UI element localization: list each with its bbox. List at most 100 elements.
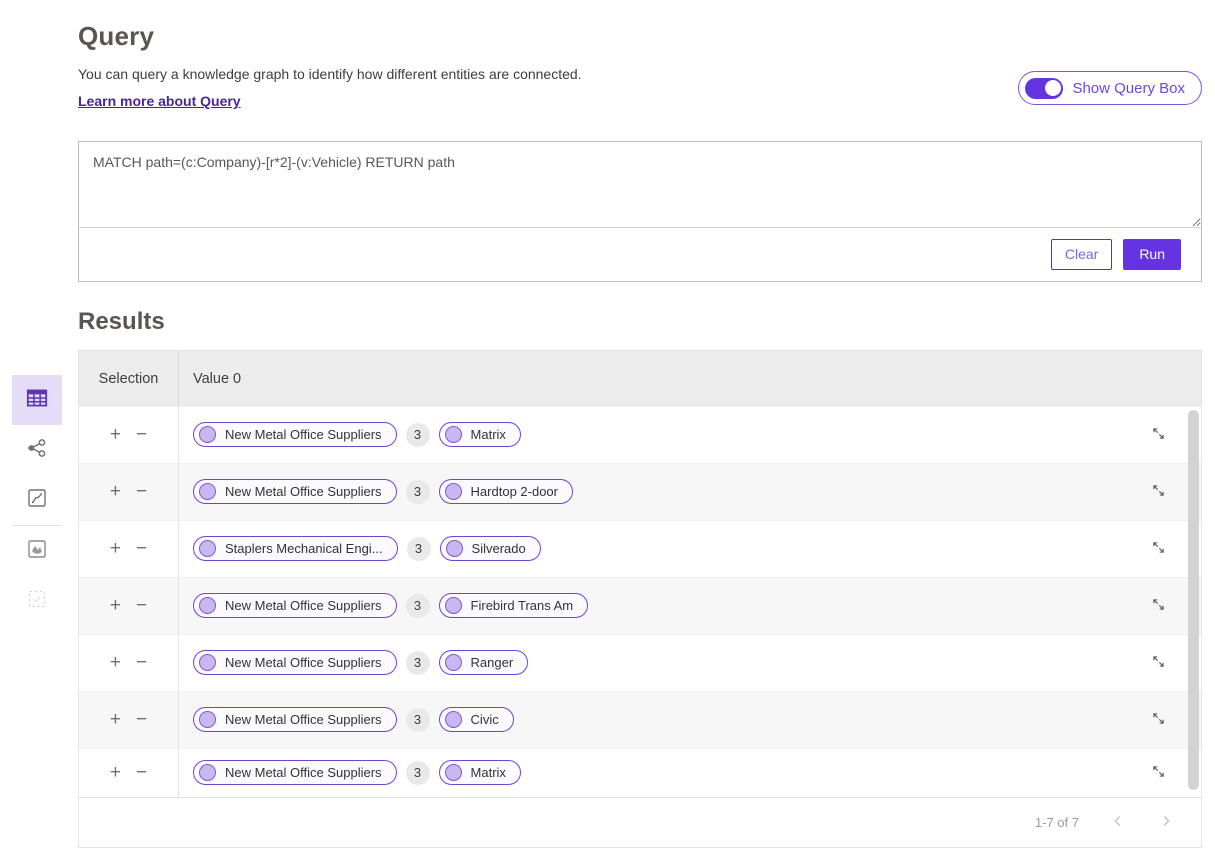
learn-more-link[interactable]: Learn more about Query — [78, 93, 241, 109]
entity-pill-source[interactable]: New Metal Office Suppliers — [193, 422, 397, 447]
query-input[interactable]: MATCH path=(c:Company)-[r*2]-(v:Vehicle)… — [79, 142, 1201, 228]
entity-pill-target[interactable]: Silverado — [440, 536, 541, 561]
entity-pill-target[interactable]: Matrix — [439, 422, 521, 447]
run-button[interactable]: Run — [1123, 239, 1181, 270]
view-item-map[interactable] — [12, 526, 62, 576]
table-header: Selection Value 0 — [79, 351, 1201, 407]
header-row: You can query a knowledge graph to ident… — [78, 66, 1202, 111]
entity-label: Staplers Mechanical Engi... — [225, 541, 383, 556]
value-cell: New Metal Office Suppliers 3 Ranger — [179, 650, 1201, 675]
view-item-chart[interactable] — [12, 475, 62, 525]
node-icon — [445, 597, 462, 614]
entity-pill-source[interactable]: New Metal Office Suppliers — [193, 650, 397, 675]
value-cell: New Metal Office Suppliers 3 Civic — [179, 707, 1201, 732]
expand-row-button[interactable] — [1150, 482, 1167, 502]
remove-from-selection-button[interactable]: − — [136, 539, 147, 558]
view-item-placeholder — [12, 576, 62, 626]
results-area: Selection Value 0 + − New Metal Office S… — [12, 350, 1202, 848]
add-to-selection-button[interactable]: + — [110, 653, 121, 672]
header-text-block: You can query a knowledge graph to ident… — [78, 66, 582, 111]
selection-cell: + − — [79, 464, 179, 520]
path-count-badge: 3 — [406, 423, 430, 447]
entity-label: Matrix — [471, 765, 506, 780]
entity-pill-source[interactable]: Staplers Mechanical Engi... — [193, 536, 398, 561]
toggle-knob — [1045, 80, 1061, 96]
table-row: + − New Metal Office Suppliers 3 Hardtop… — [79, 464, 1201, 521]
remove-from-selection-button[interactable]: − — [136, 425, 147, 444]
graph-icon — [25, 436, 49, 463]
table-row: + − New Metal Office Suppliers 3 Firebir… — [79, 578, 1201, 635]
results-table: Selection Value 0 + − New Metal Office S… — [78, 350, 1202, 848]
remove-from-selection-button[interactable]: − — [136, 710, 147, 729]
query-page: Query You can query a knowledge graph to… — [0, 0, 1215, 848]
chevron-right-icon — [1157, 812, 1175, 833]
add-to-selection-button[interactable]: + — [110, 710, 121, 729]
entity-pill-target[interactable]: Ranger — [439, 650, 529, 675]
add-to-selection-button[interactable]: + — [110, 596, 121, 615]
view-item-table[interactable] — [12, 375, 62, 425]
expand-icon — [1150, 710, 1167, 730]
entity-pill-target[interactable]: Firebird Trans Am — [439, 593, 589, 618]
add-to-selection-button[interactable]: + — [110, 539, 121, 558]
node-icon — [446, 540, 463, 557]
selection-cell: + − — [79, 578, 179, 634]
selection-cell: + − — [79, 635, 179, 691]
selection-cell: + − — [79, 407, 179, 463]
expand-icon — [1150, 653, 1167, 673]
expand-row-button[interactable] — [1150, 710, 1167, 730]
node-icon — [445, 483, 462, 500]
expand-icon — [1150, 482, 1167, 502]
add-to-selection-button[interactable]: + — [110, 482, 121, 501]
toggle-label: Show Query Box — [1072, 80, 1185, 97]
entity-label: New Metal Office Suppliers — [225, 598, 382, 613]
expand-icon — [1150, 425, 1167, 445]
clear-button[interactable]: Clear — [1051, 239, 1112, 270]
table-row: + − New Metal Office Suppliers 3 Ranger — [79, 635, 1201, 692]
dashed-square-icon — [25, 587, 49, 614]
expand-row-button[interactable] — [1150, 425, 1167, 445]
remove-from-selection-button[interactable]: − — [136, 596, 147, 615]
expand-icon — [1150, 596, 1167, 616]
vertical-scrollbar[interactable] — [1188, 410, 1199, 790]
selection-cell: + − — [79, 692, 179, 748]
entity-pill-target[interactable]: Civic — [439, 707, 514, 732]
path-count-badge: 3 — [406, 708, 430, 732]
expand-icon — [1150, 763, 1167, 783]
prev-page-button[interactable] — [1109, 812, 1127, 833]
table-row: + − Staplers Mechanical Engi... 3 Silver… — [79, 521, 1201, 578]
remove-from-selection-button[interactable]: − — [136, 653, 147, 672]
column-header-value0: Value 0 — [179, 351, 241, 407]
chevron-left-icon — [1109, 812, 1127, 833]
entity-pill-source[interactable]: New Metal Office Suppliers — [193, 707, 397, 732]
node-icon — [199, 483, 216, 500]
expand-row-button[interactable] — [1150, 653, 1167, 673]
expand-row-button[interactable] — [1150, 596, 1167, 616]
next-page-button[interactable] — [1157, 812, 1175, 833]
expand-row-button[interactable] — [1150, 763, 1167, 783]
node-icon — [199, 597, 216, 614]
view-item-graph[interactable] — [12, 425, 62, 475]
path-count-badge: 3 — [406, 480, 430, 504]
entity-label: Ranger — [471, 655, 514, 670]
entity-label: New Metal Office Suppliers — [225, 655, 382, 670]
entity-pill-target[interactable]: Hardtop 2-door — [439, 479, 573, 504]
value-cell: New Metal Office Suppliers 3 Firebird Tr… — [179, 593, 1201, 618]
column-header-selection: Selection — [79, 351, 179, 407]
entity-pill-source[interactable]: New Metal Office Suppliers — [193, 479, 397, 504]
node-icon — [199, 426, 216, 443]
entity-pill-target[interactable]: Matrix — [439, 760, 521, 785]
remove-from-selection-button[interactable]: − — [136, 763, 147, 782]
show-query-box-toggle[interactable]: Show Query Box — [1018, 71, 1202, 105]
add-to-selection-button[interactable]: + — [110, 763, 121, 782]
toggle-switch-icon[interactable] — [1025, 78, 1063, 99]
expand-row-button[interactable] — [1150, 539, 1167, 559]
add-to-selection-button[interactable]: + — [110, 425, 121, 444]
path-count-badge: 3 — [406, 594, 430, 618]
query-actions: Clear Run — [79, 228, 1201, 281]
table-footer: 1-7 of 7 — [79, 797, 1201, 847]
entity-pill-source[interactable]: New Metal Office Suppliers — [193, 760, 397, 785]
entity-pill-source[interactable]: New Metal Office Suppliers — [193, 593, 397, 618]
remove-from-selection-button[interactable]: − — [136, 482, 147, 501]
entity-label: New Metal Office Suppliers — [225, 484, 382, 499]
table-row: + − New Metal Office Suppliers 3 Civic — [79, 692, 1201, 749]
